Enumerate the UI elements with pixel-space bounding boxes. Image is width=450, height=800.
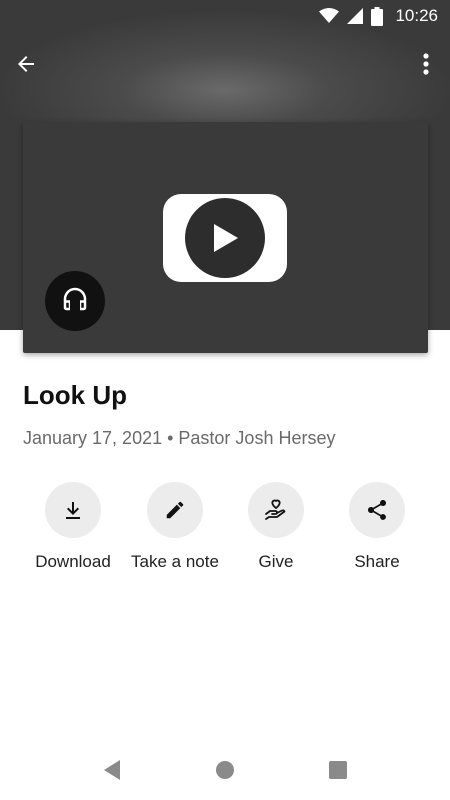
more-options-button[interactable] xyxy=(416,52,436,80)
cell-signal-icon xyxy=(347,8,364,24)
download-label: Download xyxy=(35,552,111,571)
action-row: Download Take a note Give Share xyxy=(0,482,450,582)
more-vert-icon xyxy=(423,52,429,80)
give-label: Give xyxy=(258,552,294,571)
play-button[interactable] xyxy=(163,194,287,282)
pencil-icon xyxy=(147,482,203,538)
take-note-button[interactable]: Take a note xyxy=(120,482,230,572)
nav-home-icon[interactable] xyxy=(213,758,237,782)
battery-icon xyxy=(371,6,384,26)
give-button[interactable]: Give xyxy=(221,482,331,572)
audio-button[interactable] xyxy=(45,271,105,331)
share-icon xyxy=(349,482,405,538)
sermon-title: Look Up xyxy=(23,380,127,410)
video-player[interactable] xyxy=(23,122,428,353)
nav-back-icon[interactable] xyxy=(100,758,124,782)
give-heart-hand-icon xyxy=(248,482,304,538)
status-bar: 10:26 xyxy=(0,0,450,32)
download-icon xyxy=(45,482,101,538)
share-button[interactable]: Share xyxy=(322,482,432,572)
take-note-label: Take a note xyxy=(131,552,219,571)
headphones-icon xyxy=(60,284,90,319)
share-label: Share xyxy=(354,552,400,571)
wifi-icon xyxy=(319,8,340,24)
nav-recents-icon[interactable] xyxy=(326,758,350,782)
system-nav-bar xyxy=(0,740,450,800)
back-button[interactable] xyxy=(14,52,54,80)
download-button[interactable]: Download xyxy=(18,482,128,572)
sermon-meta: January 17, 2021 • Pastor Josh Hersey xyxy=(23,428,336,448)
play-icon xyxy=(185,198,265,278)
status-time: 10:26 xyxy=(395,6,438,25)
arrow-back-icon xyxy=(14,52,38,81)
top-app-bar xyxy=(0,40,450,90)
